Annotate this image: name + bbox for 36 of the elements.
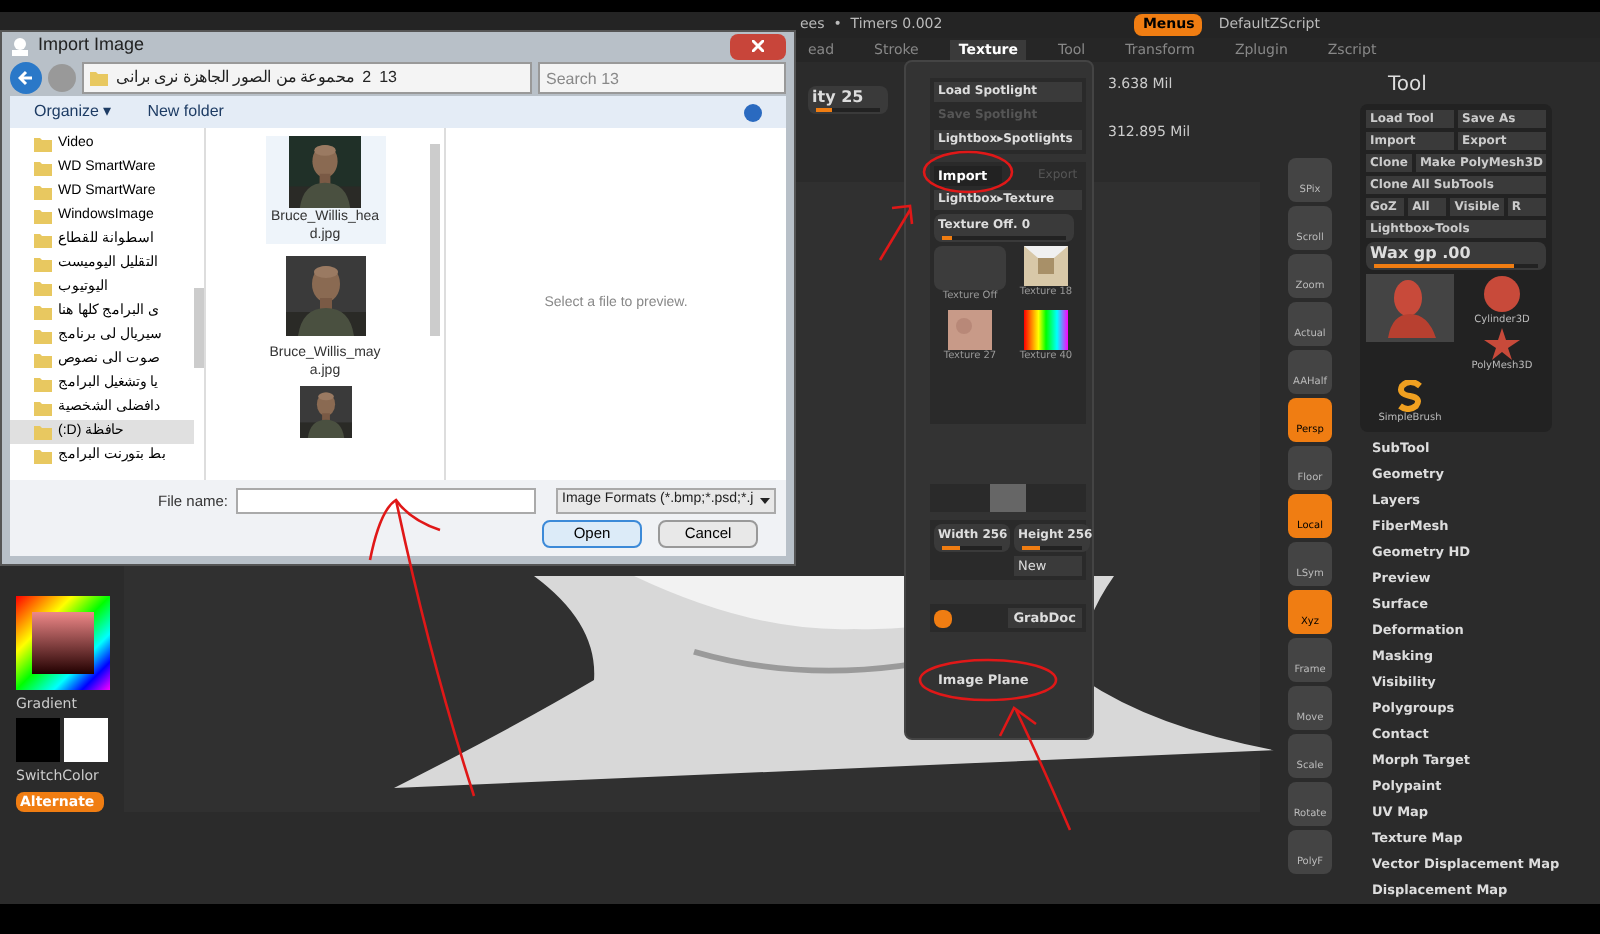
room-texture-icon	[1024, 246, 1068, 286]
annotation-arrow	[998, 706, 1072, 831]
slider[interactable]: ity 25	[808, 85, 888, 113]
scrollbar[interactable]	[430, 144, 440, 336]
search-field[interactable]: Search 13	[538, 62, 786, 95]
forward-button[interactable]	[48, 64, 76, 93]
back-button[interactable]	[10, 62, 42, 95]
breadcrumb-item[interactable]: 13	[379, 66, 397, 91]
active-tool-thumbnail[interactable]	[1366, 273, 1454, 341]
secondary-color-swatch[interactable]	[64, 718, 108, 762]
file-name-field[interactable]	[236, 488, 537, 514]
panel-title: Tool	[1388, 71, 1429, 99]
s-brush-icon	[1396, 379, 1424, 411]
folder-icon	[90, 70, 108, 87]
back-arrow-icon	[18, 70, 34, 87]
app-icon	[10, 36, 30, 57]
toolbar-button[interactable]: Organize ▾	[34, 100, 112, 124]
window-title: Import Image	[38, 32, 145, 59]
primary-color-swatch[interactable]	[16, 718, 60, 762]
annotation-arrow	[878, 204, 914, 261]
annotation-circle	[922, 150, 1014, 194]
annotation-circle	[918, 658, 1058, 702]
close-icon	[752, 40, 764, 53]
scrollbar[interactable]	[194, 288, 204, 368]
skin-texture-icon	[948, 309, 992, 349]
star-icon	[1483, 328, 1520, 360]
breadcrumb-item[interactable]: 2	[362, 66, 372, 91]
sphere-icon	[1481, 273, 1522, 313]
bust-icon	[1384, 277, 1436, 337]
spectrum-texture-icon	[1024, 309, 1068, 349]
color-picker[interactable]	[16, 595, 110, 689]
close-button[interactable]	[730, 33, 786, 60]
breadcrumb-item[interactable]: محموعة من الصور الجاهزة نرى برانى	[116, 66, 355, 91]
toolbar-button[interactable]: New folder	[147, 100, 224, 124]
caret-icon	[759, 498, 770, 504]
slider[interactable]: Wax gp .00	[1366, 241, 1546, 269]
